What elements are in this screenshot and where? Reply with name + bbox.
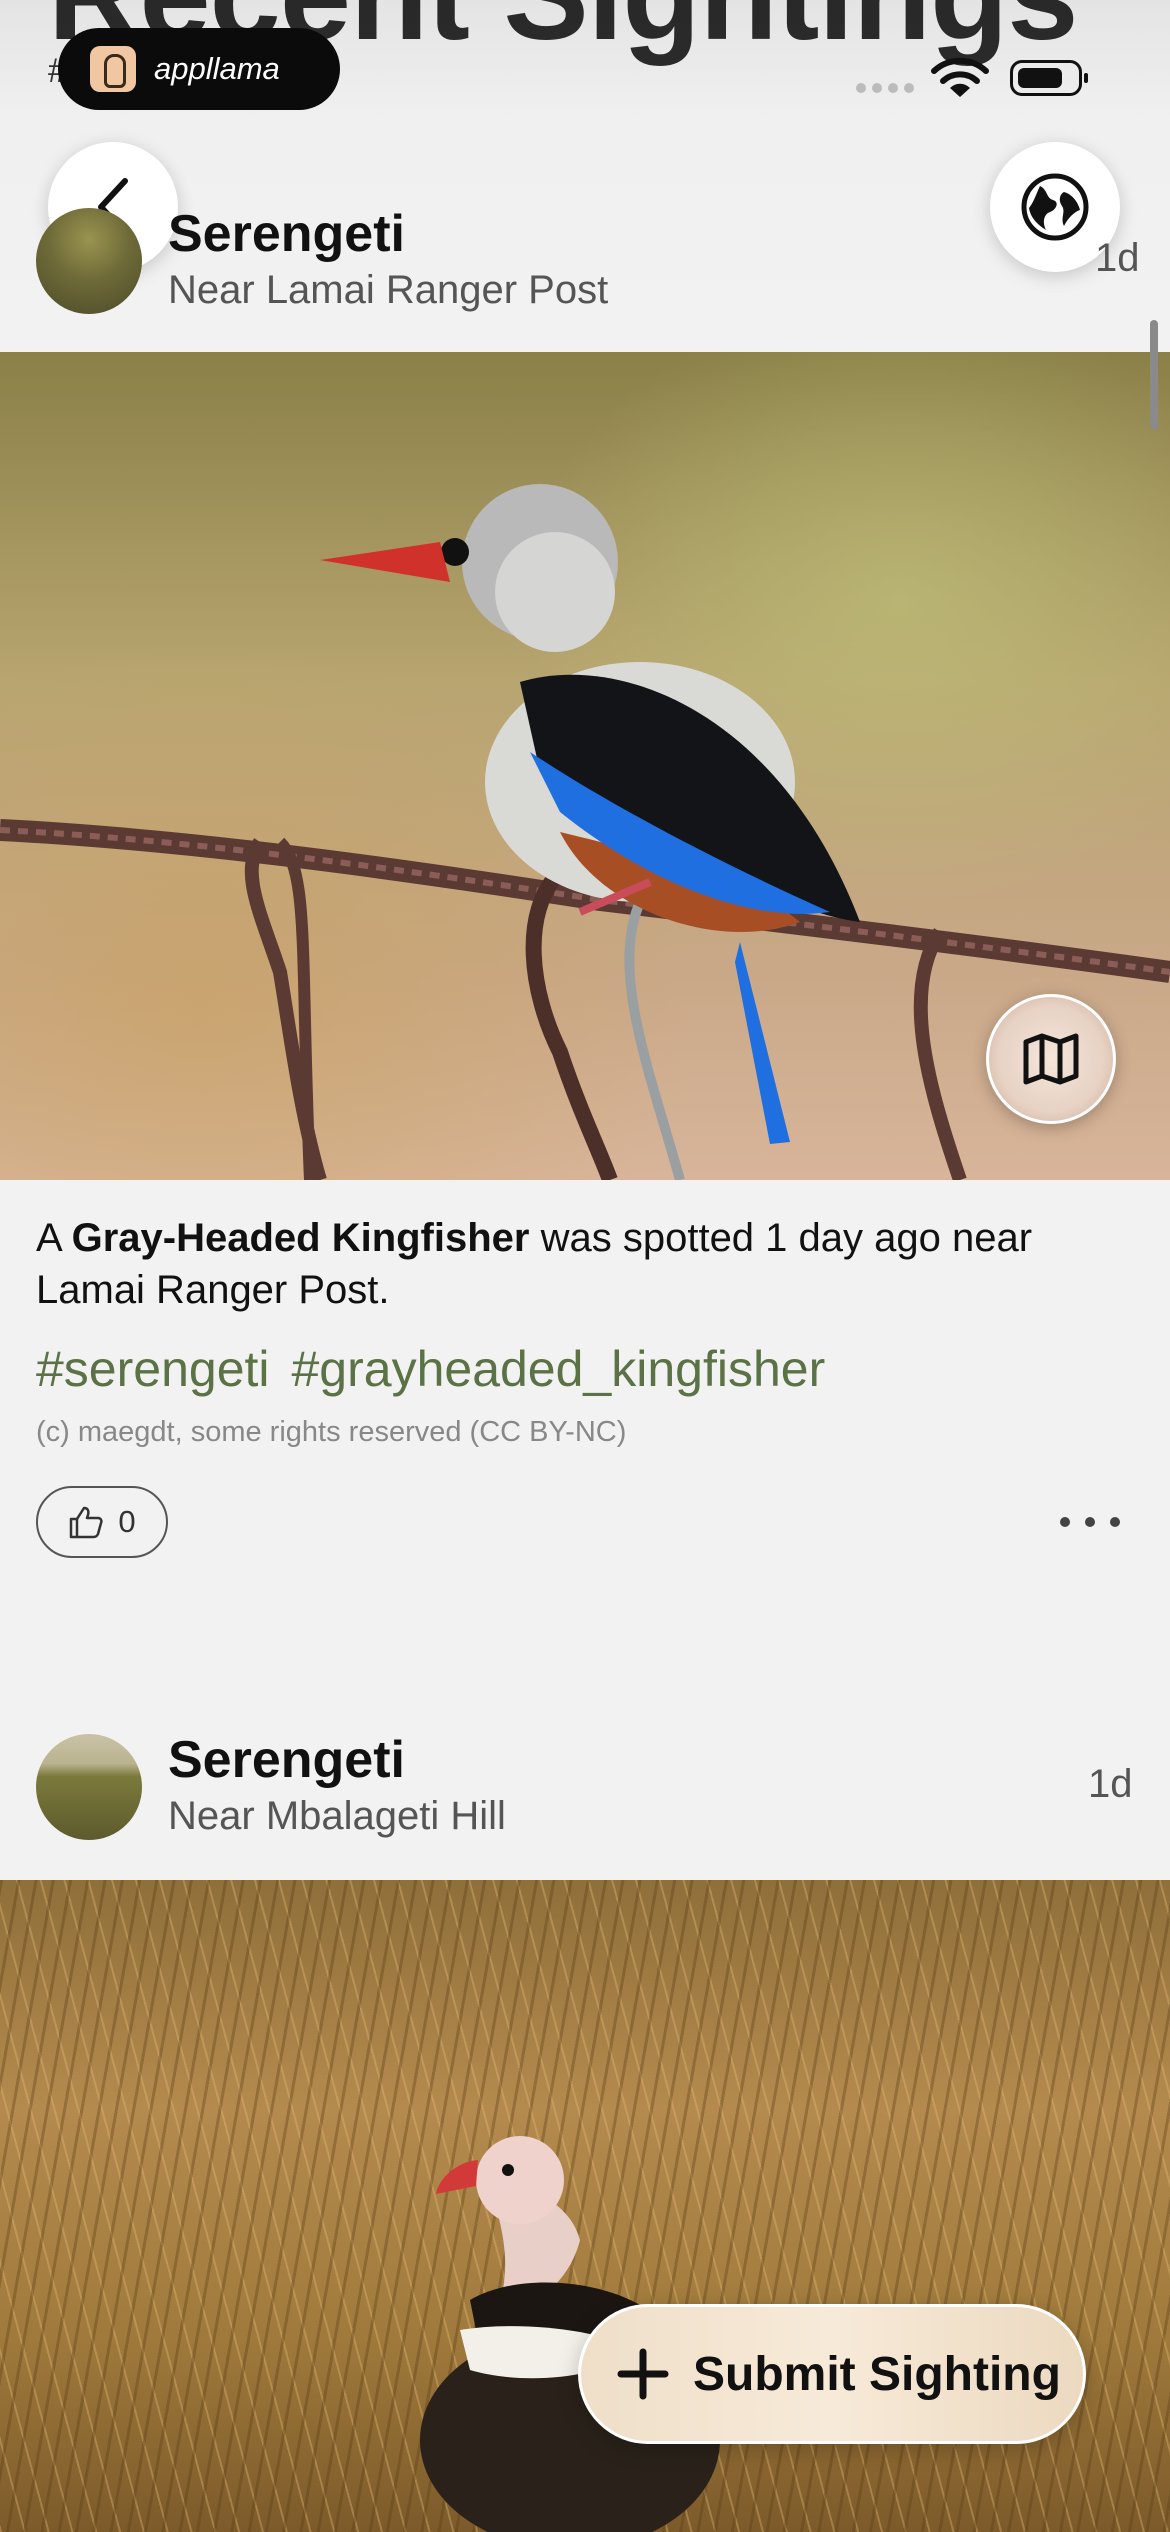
- post-location: Near Mbalageti Hill: [168, 1794, 506, 1838]
- submit-sighting-label: Submit Sighting: [693, 2347, 1061, 2401]
- post-age: 1d: [1088, 1762, 1133, 1806]
- post-age: 1d: [1095, 236, 1140, 280]
- post-avatar[interactable]: [36, 1734, 142, 1840]
- post-park-name: Serengeti: [168, 205, 405, 263]
- submit-sighting-button[interactable]: Submit Sighting: [578, 2304, 1086, 2444]
- tag-link[interactable]: #grayheaded_kingfisher: [292, 1341, 826, 1397]
- like-count: 0: [118, 1504, 136, 1539]
- post-avatar[interactable]: [36, 208, 142, 314]
- globe-icon: [1021, 173, 1089, 241]
- species-name: Gray-Headed Kingfisher: [71, 1216, 530, 1260]
- post-location: Near Lamai Ranger Post: [168, 268, 609, 312]
- more-options-button[interactable]: [1060, 1500, 1120, 1544]
- tag-link[interactable]: #serengeti: [36, 1341, 270, 1397]
- scrollbar[interactable]: [1150, 320, 1158, 430]
- map-button[interactable]: [986, 994, 1116, 1124]
- llama-logo-icon: [90, 46, 136, 92]
- like-button[interactable]: 0: [36, 1486, 168, 1558]
- post-park-name: Serengeti: [168, 1731, 405, 1789]
- post-caption: A Gray-Headed Kingfisher was spotted 1 d…: [36, 1216, 1033, 1312]
- app-badge: appllama: [58, 28, 340, 110]
- cellular-signal-icon: [856, 83, 914, 93]
- post-tags: #serengeti #grayheaded_kingfisher: [36, 1340, 847, 1398]
- plus-icon: [617, 2348, 669, 2400]
- wifi-icon: [931, 57, 989, 97]
- dot: [1110, 1517, 1120, 1527]
- thumbs-up-icon: [70, 1506, 103, 1539]
- dot: [1060, 1517, 1070, 1527]
- dot: [1085, 1517, 1095, 1527]
- map-icon: [1023, 1033, 1079, 1085]
- photo-credit: (c) maegdt, some rights reserved (CC BY-…: [36, 1416, 627, 1448]
- battery-icon: [1010, 60, 1088, 96]
- badge-label: appllama: [154, 51, 280, 86]
